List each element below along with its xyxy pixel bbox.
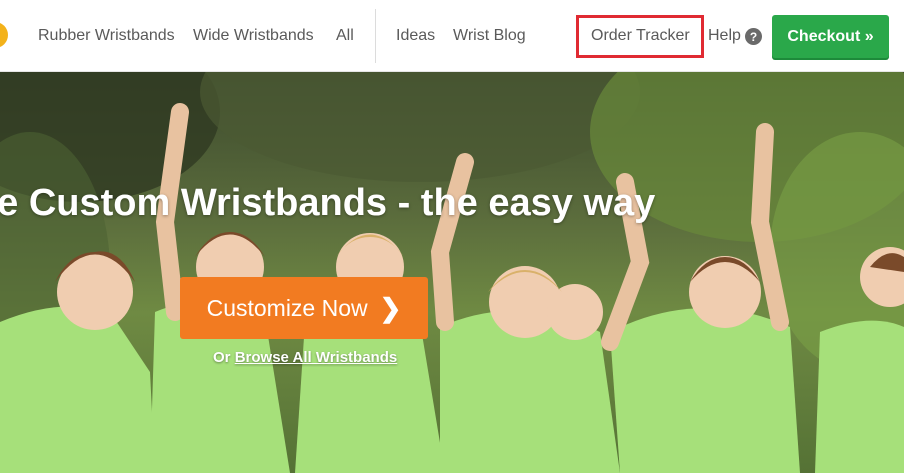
browse-prefix: Or	[213, 349, 231, 366]
nav-all[interactable]: All	[336, 27, 354, 45]
help-icon[interactable]: ?	[745, 28, 762, 45]
nav-ideas[interactable]: Ideas	[396, 27, 435, 45]
checkout-button[interactable]: Checkout »	[772, 15, 889, 58]
nav-divider	[375, 9, 376, 63]
browse-line: Or Browse All Wristbands	[213, 349, 397, 366]
logo[interactable]	[0, 22, 8, 48]
nav-wrist-blog[interactable]: Wrist Blog	[453, 27, 526, 45]
customize-now-button[interactable]: Customize Now ❯	[180, 277, 428, 339]
browse-all-wristbands-link[interactable]: Browse All Wristbands	[235, 349, 398, 366]
nav-wide-wristbands[interactable]: Wide Wristbands	[193, 27, 314, 45]
nav-help[interactable]: Help	[708, 27, 741, 45]
customize-now-label: Customize Now	[206, 294, 368, 321]
top-nav: Rubber Wristbands Wide Wristbands All Id…	[0, 0, 904, 72]
chevron-right-icon: ❯	[379, 292, 402, 323]
hero-photo	[0, 72, 904, 473]
nav-order-tracker[interactable]: Order Tracker	[591, 27, 690, 45]
nav-rubber-wristbands[interactable]: Rubber Wristbands	[38, 27, 175, 45]
hero-title: ke Custom Wristbands - the easy way	[0, 182, 656, 224]
hero-banner: ke Custom Wristbands - the easy way Cust…	[0, 72, 904, 473]
